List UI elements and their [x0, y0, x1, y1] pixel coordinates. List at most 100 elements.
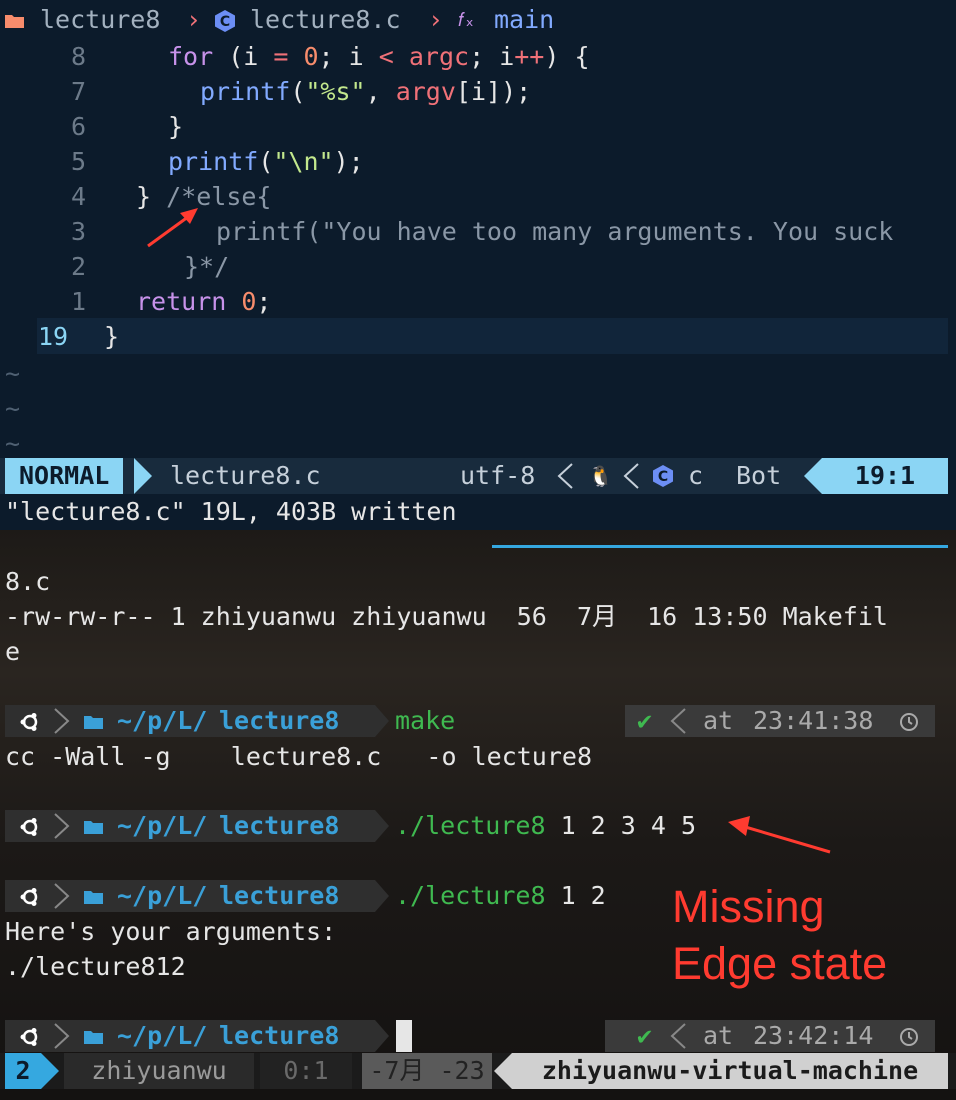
folder-icon [83, 810, 105, 842]
prompt-command: make [395, 706, 456, 735]
line-number: 8 [70, 42, 86, 71]
prompt-path: ~/p/L/ [117, 706, 208, 735]
code-line[interactable]: } [104, 319, 119, 354]
line-number: 2 [70, 252, 86, 281]
line-number: 4 [70, 182, 86, 211]
ubuntu-icon [19, 810, 41, 842]
breadcrumb-file[interactable]: lecture8.c [250, 0, 401, 40]
terminal-output-line: Here's your arguments: [5, 917, 337, 946]
status-filename: lecture8.c [170, 461, 321, 490]
code-line[interactable]: for (i = 0; i < argc; i++) { [168, 39, 590, 74]
empty-line-marker: ~ [5, 394, 21, 423]
tmux-window-index[interactable]: 2 [5, 1053, 41, 1089]
annotation-arrow [728, 816, 831, 854]
code-line[interactable]: printf("%s", argv[i]); [200, 74, 531, 109]
powerline-arrow-icon [41, 1053, 59, 1089]
tmux-date: -7月 -23 [362, 1053, 492, 1089]
prompt-directory: lecture8 [219, 881, 340, 910]
empty-line-marker: ~ [5, 359, 21, 388]
svg-text:C: C [658, 469, 668, 485]
linux-icon: 🐧 [588, 464, 613, 488]
powerline-arrow-icon [375, 810, 389, 842]
chevron-right-icon [54, 1023, 70, 1049]
terminal-cursor[interactable] [396, 1020, 412, 1052]
annotation-arrow [147, 208, 198, 248]
breadcrumb-separator: › [186, 5, 202, 34]
cursor-line-highlight [37, 318, 948, 354]
success-check-icon: ✔ [637, 706, 653, 735]
c-filetype-icon: C [652, 464, 674, 494]
prompt-at: at [703, 1021, 734, 1050]
function-icon: 𝑓ₓ [458, 9, 476, 31]
prompt-directory: lecture8 [219, 1021, 340, 1050]
shell-prompt: ~/p/L/ lecture8 ✔ at 23:42:14 [5, 1020, 945, 1052]
breadcrumb-folder[interactable]: lecture8 [40, 0, 160, 40]
line-number: 6 [70, 112, 86, 141]
clock-icon [899, 1020, 919, 1052]
tmux-pane: 0:1 [260, 1053, 352, 1089]
powerline-arrow-icon [375, 705, 389, 737]
code-line[interactable]: return 0; [136, 284, 271, 319]
folder-icon [83, 1020, 105, 1052]
chevron-left-icon [623, 463, 639, 489]
command-message: "lecture8.c" 19L, 403B written [5, 497, 457, 526]
tmux-hostname: zhiyuanwu-virtual-machine [512, 1053, 948, 1089]
terminal-output-line: e [5, 637, 21, 666]
prompt-time: 23:42:14 [753, 1021, 874, 1050]
prompt-time: 23:41:38 [753, 706, 874, 735]
code-line[interactable]: }*/ [184, 249, 229, 284]
line-number: 7 [70, 77, 86, 106]
powerline-arrow-icon [375, 880, 389, 912]
line-number: 3 [70, 217, 86, 246]
clock-icon [899, 705, 919, 737]
code-line[interactable]: } [168, 109, 183, 144]
terminal-output-line: cc -Wall -g lecture8.c -o lecture8 [5, 742, 592, 771]
c-file-icon: C [214, 0, 236, 40]
chevron-left-icon [670, 708, 686, 734]
cursor-position: 19:1 [822, 458, 948, 494]
current-line-number: 19 [38, 322, 69, 351]
chevron-right-icon [54, 708, 70, 734]
code-line[interactable]: printf("\n"); [168, 144, 364, 179]
status-scroll-position: Bot [736, 461, 782, 490]
pane-separator [492, 545, 948, 548]
prompt-path: ~/p/L/ [117, 1021, 208, 1050]
powerline-arrow-icon [375, 1020, 389, 1052]
prompt-directory: lecture8 [219, 706, 340, 735]
prompt-command: ./lecture8 1 2 [395, 881, 606, 910]
chevron-left-icon [670, 1023, 686, 1049]
prompt-at: at [703, 706, 734, 735]
terminal-output-line: ./lecture812 [5, 952, 186, 981]
shell-prompt: ~/p/L/ lecture8 make ✔ at 23:41:38 [5, 705, 945, 737]
tmux-user: zhiyuanwu [64, 1053, 254, 1089]
breadcrumb-separator: › [428, 5, 444, 34]
code-line[interactable]: printf("You have too many arguments. You… [216, 214, 893, 249]
powerline-arrow-icon [804, 458, 822, 494]
vim-statusline: NORMAL lecture8.c utf-8 🐧 C c Bot 19:1 [0, 458, 948, 494]
line-number: 5 [70, 147, 86, 176]
ubuntu-icon [19, 705, 41, 737]
empty-line-marker: ~ [5, 429, 21, 458]
status-encoding: utf-8 [460, 461, 536, 490]
breadcrumb-function[interactable]: main [494, 0, 554, 40]
folder-icon [83, 880, 105, 912]
powerline-arrow-icon [494, 1053, 512, 1089]
tmux-statusbar: 2 zhiyuanwu 0:1 -7月 -23 zhiyuanwu-virtua… [0, 1053, 956, 1089]
chevron-left-icon [557, 463, 573, 489]
ubuntu-icon [19, 880, 41, 912]
status-filetype: c [688, 461, 704, 490]
line-number: 1 [70, 287, 86, 316]
success-check-icon: ✔ [637, 1021, 653, 1050]
folder-icon [4, 0, 26, 40]
vim-pane[interactable]: lecture8 › C lecture8.c › 𝑓ₓ main 8 7 6 … [0, 0, 956, 530]
annotation-text: Missing Edge state [672, 881, 888, 989]
ubuntu-icon [19, 1020, 41, 1052]
svg-text:C: C [220, 14, 230, 30]
mode-indicator: NORMAL [5, 458, 124, 494]
terminal-output-line: -rw-rw-r-- 1 zhiyuanwu zhiyuanwu 56 7月 1… [5, 602, 888, 631]
chevron-right-icon [54, 883, 70, 909]
prompt-directory: lecture8 [219, 811, 340, 840]
folder-icon [83, 705, 105, 737]
chevron-right-icon [54, 813, 70, 839]
prompt-path: ~/p/L/ [117, 881, 208, 910]
